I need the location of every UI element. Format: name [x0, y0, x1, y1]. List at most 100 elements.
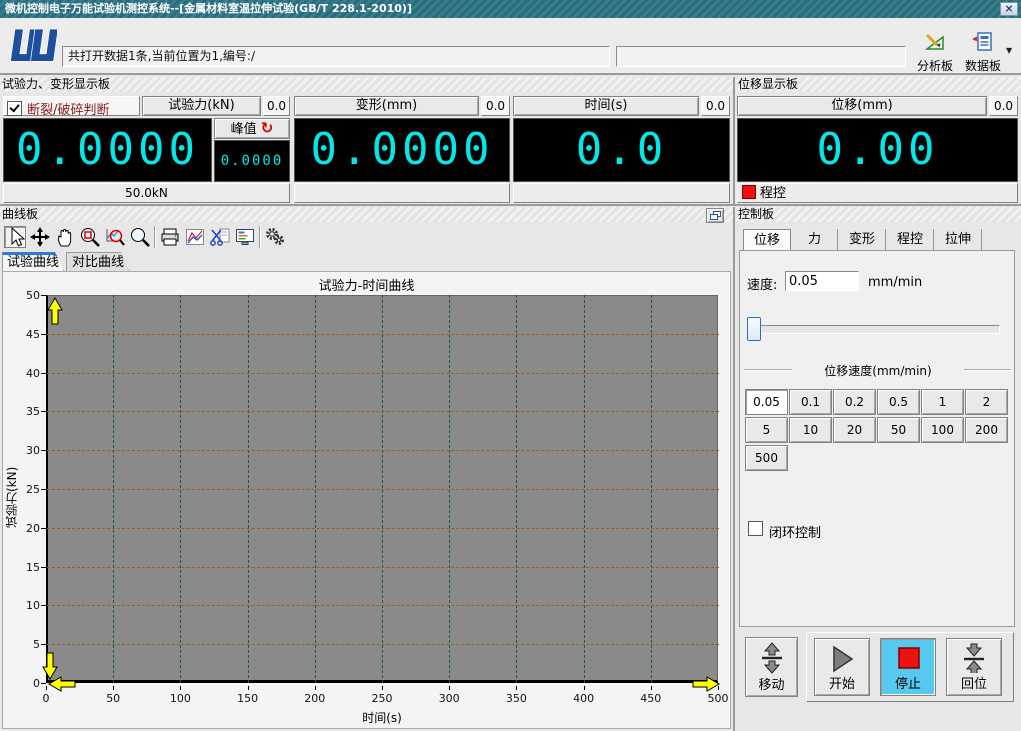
zoom-box-tool-button[interactable]: [79, 226, 101, 248]
data-board-button[interactable]: 数据板: [960, 30, 1006, 73]
gears-tool-button[interactable]: [264, 226, 286, 248]
app-logo-icon: [3, 22, 59, 74]
move-updown-icon: [761, 642, 782, 674]
close-button[interactable]: ×: [1000, 2, 1018, 16]
y-tick-label: 30: [26, 444, 40, 458]
curve-tab-0[interactable]: 试验曲线: [2, 252, 64, 271]
x-tick-mark: [449, 686, 451, 690]
toolbar-area: 设置调整工具窗口帮助退出 共打开数据1条,当前位置为1,编号:/ 分析板 数据板…: [0, 18, 1021, 75]
curve-tab-1[interactable]: 对比曲线: [66, 252, 130, 271]
speed-slider-track[interactable]: [749, 325, 1000, 334]
y-tick-label: 0: [33, 677, 40, 690]
control-tab-4[interactable]: 拉伸: [935, 229, 982, 250]
break-judge-checkbox[interactable]: [7, 101, 22, 116]
time-panel-title[interactable]: 时间(s): [513, 96, 699, 116]
curve-panel-header: 曲线板: [0, 207, 733, 222]
zoom-tool-button[interactable]: [129, 226, 151, 248]
gears-icon: [266, 228, 284, 245]
status-text: 共打开数据1条,当前位置为1,编号:/: [68, 49, 255, 63]
window-title: 微机控制电子万能试验机测控系统--[金属材料室温拉伸试验(GB/T 228.1-…: [5, 2, 412, 15]
speed-button-100[interactable]: 100: [921, 417, 964, 443]
gridline-h: [47, 372, 719, 374]
toolbar-overflow-chevron[interactable]: ▼: [1006, 46, 1012, 55]
x-tick-label: 150: [237, 692, 259, 705]
closed-loop-label: 闭环控制: [769, 526, 822, 541]
x-tick-label: 250: [371, 692, 393, 705]
x-tick-label: 0: [42, 692, 50, 705]
gridline-h: [47, 411, 719, 413]
toolbar-separator: [259, 226, 260, 248]
pan-icon: [58, 228, 72, 247]
move-button[interactable]: 移动: [745, 637, 798, 697]
zoom-curve-tool-button[interactable]: [104, 226, 126, 248]
closed-loop-checkbox[interactable]: [748, 521, 763, 540]
analysis-board-button[interactable]: 分析板: [912, 30, 958, 73]
speed-button-0_2[interactable]: 0.2: [833, 389, 876, 415]
speed-button-0_1[interactable]: 0.1: [789, 389, 832, 415]
y-tick-label: 15: [26, 560, 40, 574]
speed-slider-thumb[interactable]: [747, 317, 761, 341]
time-footer: [513, 183, 730, 203]
speed-button-2[interactable]: 2: [965, 389, 1008, 415]
speed-button-20[interactable]: 20: [833, 417, 876, 443]
control-tab-0[interactable]: 位移: [743, 229, 791, 250]
data-board-label: 数据板: [964, 59, 1001, 73]
curve-panel-float-button[interactable]: [706, 208, 724, 223]
y-tick-label: 20: [26, 521, 40, 535]
speed-group-title: 位移速度(mm/min): [824, 364, 932, 378]
speed-button-500[interactable]: 500: [745, 445, 788, 471]
x-tick-label: 500: [707, 692, 729, 705]
break-judge-checkbox-row[interactable]: 断裂/破碎判断: [3, 96, 140, 118]
zoom-curve-icon: [106, 229, 125, 246]
panel-divider: [733, 207, 735, 731]
move-label: 移动: [758, 678, 785, 693]
analysis-board-icon: [923, 33, 947, 57]
speed-button-1[interactable]: 1: [921, 389, 964, 415]
y-tick-label: 45: [26, 327, 40, 341]
displacement-panel-title[interactable]: 位移(mm): [737, 96, 987, 116]
y-tick-label: 25: [26, 483, 40, 496]
gridline-h: [47, 644, 719, 646]
analysis-board-label: 分析板: [916, 59, 953, 73]
move-icon: [30, 227, 50, 247]
x-tick-mark: [583, 686, 585, 690]
y-tick-mark: [41, 566, 46, 568]
y-tick-mark: [41, 527, 46, 529]
curve-data-icon: [186, 229, 204, 245]
speed-button-0_05[interactable]: 0.05: [745, 389, 788, 415]
x-tick-label: 450: [640, 692, 662, 705]
group-divider: [964, 369, 1011, 370]
status-box-secondary: [616, 46, 906, 67]
monitor-tool-button[interactable]: [234, 226, 256, 248]
start-button[interactable]: 开始: [814, 638, 870, 696]
speed-button-10[interactable]: 10: [789, 417, 832, 443]
select-tool-button[interactable]: [4, 226, 26, 248]
return-button[interactable]: 回位: [946, 638, 1002, 696]
x-tick-label: 400: [573, 692, 595, 705]
move-tool-button[interactable]: [29, 226, 51, 248]
speed-button-5[interactable]: 5: [745, 417, 788, 443]
print-tool-button[interactable]: [159, 226, 181, 248]
speed-button-50[interactable]: 50: [877, 417, 920, 443]
control-tab-1[interactable]: 力: [792, 229, 838, 250]
control-tab-3[interactable]: 程控: [887, 229, 934, 250]
peak-button[interactable]: 峰值 ↻: [214, 118, 290, 139]
gridline-h: [47, 566, 719, 568]
speed-input[interactable]: [785, 271, 859, 291]
section-divider: [733, 77, 735, 205]
control-tab-2[interactable]: 变形: [839, 229, 886, 250]
displacement-section-header: 位移显示板: [736, 77, 1021, 92]
y-tick-mark: [41, 333, 46, 335]
deform-panel-title[interactable]: 变形(mm): [294, 96, 479, 116]
peak-refresh-icon[interactable]: ↻: [261, 119, 274, 137]
y-tick-mark: [41, 295, 46, 296]
speed-button-200[interactable]: 200: [965, 417, 1008, 443]
y-tick-label: 10: [26, 599, 40, 613]
clip-tool-button[interactable]: [209, 226, 231, 248]
speed-button-0_5[interactable]: 0.5: [877, 389, 920, 415]
curve-data-tool-button[interactable]: [184, 226, 206, 248]
force-panel-title[interactable]: 试验力(kN): [142, 96, 261, 116]
pan-tool-button[interactable]: [54, 226, 76, 248]
stop-button[interactable]: 停止: [880, 638, 936, 696]
x-tick-mark: [382, 686, 383, 690]
